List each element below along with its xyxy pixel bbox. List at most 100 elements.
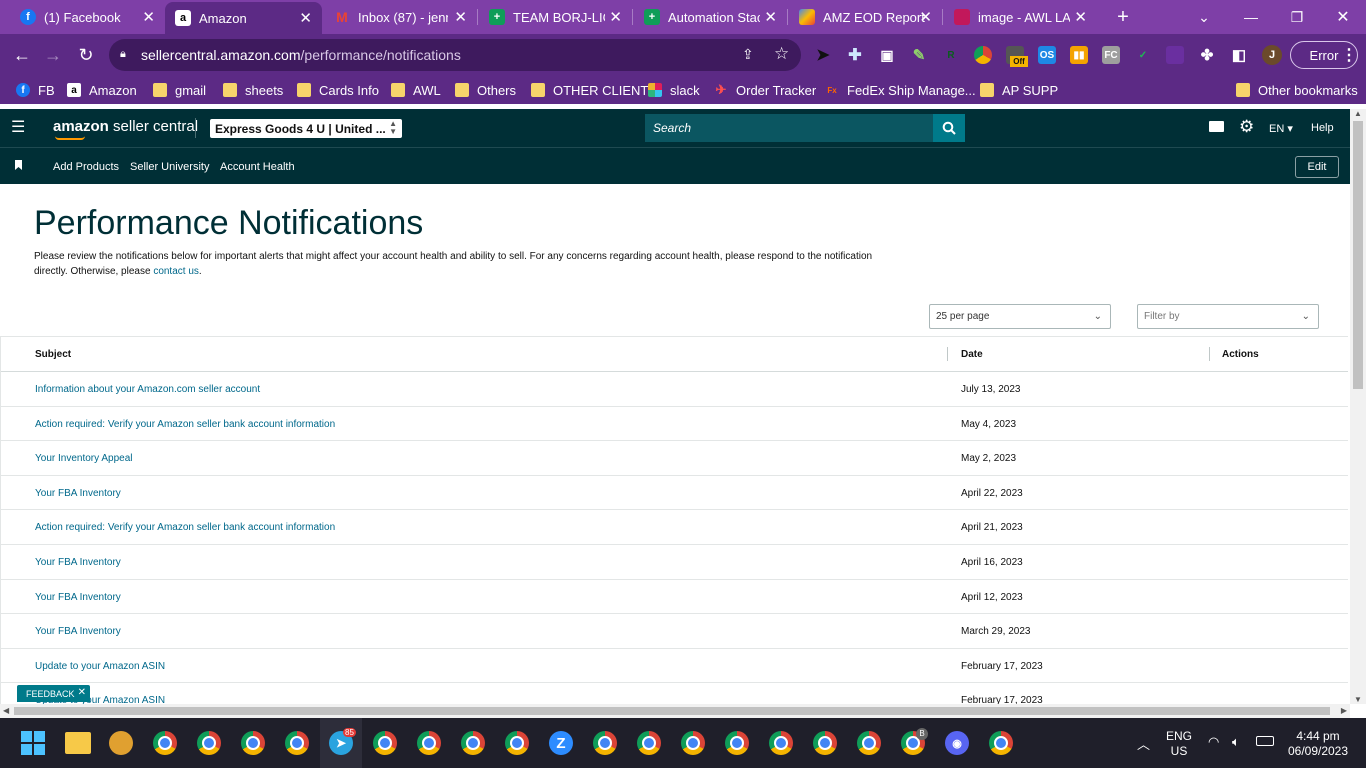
close-icon[interactable]: ✕ bbox=[454, 8, 467, 26]
extension-fc-icon[interactable]: FC bbox=[1102, 46, 1120, 64]
subnav-add-products[interactable]: Add Products bbox=[53, 161, 119, 173]
volume-icon[interactable]: 🔈︎ bbox=[1232, 734, 1240, 750]
column-subject[interactable]: Subject bbox=[35, 349, 71, 360]
tab-awl-lab[interactable]: image - AWL LAB ✕ bbox=[942, 0, 1097, 34]
bookmark-others[interactable]: Others bbox=[455, 81, 516, 99]
notification-subject-link[interactable]: Your Inventory Appeal bbox=[35, 453, 132, 464]
chrome-icon[interactable] bbox=[813, 731, 837, 755]
notification-subject-link[interactable]: Your FBA Inventory bbox=[35, 557, 121, 568]
extension-arrow-icon[interactable]: ✓ bbox=[1134, 46, 1152, 64]
extension-puzzle-blue-icon[interactable]: ✚ bbox=[846, 46, 864, 64]
chrome-icon[interactable] bbox=[197, 731, 221, 755]
chrome-icon[interactable] bbox=[725, 731, 749, 755]
feedback-button[interactable]: FEEDBACK ✕ bbox=[17, 685, 90, 702]
bookmark-other-bookmarks[interactable]: Other bookmarks bbox=[1236, 81, 1358, 99]
subnav-account-health[interactable]: Account Health bbox=[220, 161, 295, 173]
back-button[interactable]: ← bbox=[9, 42, 35, 68]
notification-subject-link[interactable]: Your FBA Inventory bbox=[35, 592, 121, 603]
tab-search-chevron-icon[interactable]: ⌄ bbox=[1181, 0, 1227, 34]
close-icon[interactable]: ✕ bbox=[1074, 8, 1087, 26]
chrome-icon[interactable] bbox=[857, 731, 881, 755]
extensions-puzzle-icon[interactable]: ✤ bbox=[1198, 46, 1216, 64]
chrome-icon[interactable] bbox=[593, 731, 617, 755]
bookmark-icon[interactable] bbox=[15, 160, 22, 170]
tab-amz-eod[interactable]: AMZ EOD Report ✕ bbox=[787, 0, 942, 34]
close-icon[interactable]: ✕ bbox=[299, 9, 312, 27]
column-date[interactable]: Date bbox=[961, 349, 983, 360]
close-icon[interactable]: ✕ bbox=[78, 687, 86, 698]
tab-facebook[interactable]: f (1) Facebook ✕ bbox=[0, 0, 165, 34]
extension-eyedropper-icon[interactable]: ✎ bbox=[910, 46, 928, 64]
help-link[interactable]: Help bbox=[1311, 122, 1334, 134]
side-panel-icon[interactable]: ◧ bbox=[1230, 46, 1248, 64]
bookmark-sheets[interactable]: sheets bbox=[223, 81, 283, 99]
menu-kebab-icon[interactable]: ⋮ bbox=[1340, 46, 1358, 64]
windows-start-icon[interactable] bbox=[21, 731, 45, 755]
language-indicator[interactable]: ENG US bbox=[1164, 729, 1194, 759]
bookmark-gmail[interactable]: gmail bbox=[153, 81, 206, 99]
chrome-icon[interactable] bbox=[285, 731, 309, 755]
extension-purple-icon[interactable] bbox=[1166, 46, 1184, 64]
notification-subject-link[interactable]: Update to your Amazon ASIN bbox=[35, 661, 165, 672]
store-selector[interactable]: Express Goods 4 U | United ... ▲ ▼ bbox=[210, 119, 402, 138]
scroll-left-icon[interactable]: ◀ bbox=[3, 706, 9, 715]
bookmark-fb[interactable]: f FB bbox=[16, 81, 55, 99]
tab-gmail[interactable]: M Inbox (87) - jenny ✕ bbox=[322, 0, 477, 34]
reload-button[interactable]: ↻ bbox=[73, 42, 99, 68]
edit-button[interactable]: Edit bbox=[1295, 156, 1339, 178]
tray-chevron-up-icon[interactable]: ︿ bbox=[1137, 734, 1150, 753]
new-tab-button[interactable]: + bbox=[1100, 0, 1146, 34]
bookmark-other-client[interactable]: OTHER CLIENT bbox=[531, 81, 648, 99]
per-page-select[interactable]: 25 per page ⌄ bbox=[929, 304, 1111, 329]
hamburger-menu-icon[interactable]: ☰ bbox=[11, 120, 25, 136]
gear-icon[interactable]: ⚙ bbox=[1239, 118, 1254, 135]
bookmark-order-tracker[interactable]: ✈ Order Tracker bbox=[714, 81, 817, 99]
horizontal-scrollbar[interactable]: ◀ ▶ bbox=[0, 704, 1350, 718]
chrome-icon[interactable] bbox=[461, 731, 485, 755]
clock[interactable]: 4:44 pm 06/09/2023 bbox=[1283, 729, 1353, 759]
close-icon[interactable]: ✕ bbox=[142, 8, 155, 26]
notification-subject-link[interactable]: Information about your Amazon.com seller… bbox=[35, 384, 260, 395]
avatar[interactable]: J bbox=[1262, 45, 1282, 65]
chrome-icon[interactable] bbox=[769, 731, 793, 755]
filter-select[interactable]: Filter by ⌄ bbox=[1137, 304, 1319, 329]
extension-r-icon[interactable]: R bbox=[942, 46, 960, 64]
notification-subject-link[interactable]: Action required: Verify your Amazon sell… bbox=[35, 419, 335, 430]
chrome-icon[interactable] bbox=[637, 731, 661, 755]
extension-cursor-icon[interactable]: ➤ bbox=[814, 46, 832, 64]
close-icon[interactable]: ✕ bbox=[609, 8, 622, 26]
bookmark-star-icon[interactable]: ☆ bbox=[774, 44, 789, 64]
bookmark-amazon[interactable]: a Amazon bbox=[67, 81, 137, 99]
search-button[interactable] bbox=[933, 114, 965, 142]
extension-chart-icon[interactable]: ▮▮ bbox=[1070, 46, 1088, 64]
bookmark-cards-info[interactable]: Cards Info bbox=[297, 81, 379, 99]
discord-icon[interactable]: ◉ bbox=[945, 731, 969, 755]
chrome-icon[interactable] bbox=[241, 731, 265, 755]
extension-chrome-icon[interactable] bbox=[974, 46, 992, 64]
wifi-icon[interactable]: ◠ bbox=[1208, 734, 1219, 750]
scroll-right-icon[interactable]: ▶ bbox=[1341, 706, 1347, 715]
scrollbar-thumb[interactable] bbox=[14, 707, 1330, 715]
notification-subject-link[interactable]: Your FBA Inventory bbox=[35, 626, 121, 637]
minimize-button[interactable]: — bbox=[1228, 0, 1274, 34]
close-icon[interactable]: ✕ bbox=[764, 8, 777, 26]
scrollbar-thumb[interactable] bbox=[1353, 121, 1363, 389]
window-close-button[interactable]: ✕ bbox=[1320, 0, 1366, 34]
notification-subject-link[interactable]: Action required: Verify your Amazon sell… bbox=[35, 522, 335, 533]
file-explorer-icon[interactable] bbox=[65, 732, 91, 754]
chrome-icon[interactable] bbox=[153, 731, 177, 755]
contact-us-link[interactable]: contact us bbox=[153, 266, 199, 277]
close-icon[interactable]: ✕ bbox=[919, 8, 932, 26]
chrome-icon[interactable] bbox=[989, 731, 1013, 755]
mail-icon[interactable] bbox=[1209, 121, 1224, 132]
tab-automation[interactable]: + Automation Stacy ✕ bbox=[632, 0, 787, 34]
notification-subject-link[interactable]: Your FBA Inventory bbox=[35, 488, 121, 499]
scroll-up-icon[interactable]: ▲ bbox=[1354, 109, 1362, 118]
app-mascot-icon[interactable] bbox=[109, 731, 133, 755]
subnav-seller-university[interactable]: Seller University bbox=[130, 161, 209, 173]
extension-camera-icon[interactable]: ▣ bbox=[878, 46, 896, 64]
restore-button[interactable]: ❐ bbox=[1274, 0, 1320, 34]
chrome-icon[interactable] bbox=[505, 731, 529, 755]
extension-os-icon[interactable]: OS bbox=[1038, 46, 1056, 64]
address-bar[interactable]: 🔒︎ sellercentral.amazon.com/performance/… bbox=[109, 39, 801, 71]
